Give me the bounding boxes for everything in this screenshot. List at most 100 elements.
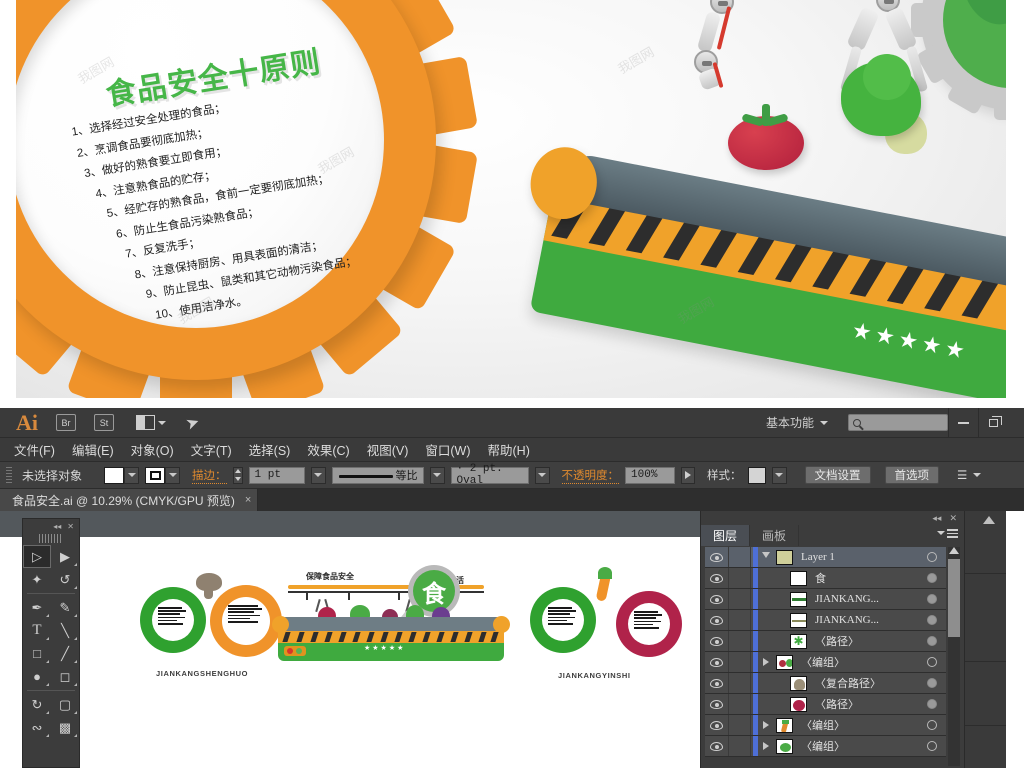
stroke-profile-dropdown-button[interactable] — [429, 466, 445, 484]
scale-tool[interactable]: ▢ — [51, 693, 79, 716]
target-indicator[interactable] — [918, 552, 946, 562]
graphic-style-swatch[interactable] — [747, 466, 766, 484]
rectangle-tool[interactable]: □ — [23, 642, 51, 665]
expand-dock-icon[interactable] — [983, 516, 995, 524]
opacity-dropdown-button[interactable] — [681, 466, 696, 484]
close-icon[interactable]: × — [245, 494, 251, 506]
layer-name[interactable]: 〈编组〉 — [793, 717, 918, 733]
lock-toggle[interactable] — [729, 568, 751, 588]
stroke-weight-field[interactable]: 1 pt — [248, 466, 305, 484]
visibility-toggle[interactable] — [705, 652, 729, 672]
layer-name[interactable]: 〈复合路径〉 — [807, 675, 918, 691]
table-row[interactable]: JIANKANG... — [705, 589, 946, 610]
graphic-style-dropdown-button[interactable] — [771, 466, 787, 484]
magic-wand-tool[interactable]: ✦ — [23, 568, 51, 591]
visibility-toggle[interactable] — [705, 568, 729, 588]
align-icon[interactable]: ☰ — [957, 468, 967, 482]
brush-definition-field[interactable]: · 2 pt. Oval — [450, 463, 529, 487]
layer-name[interactable]: 〈编组〉 — [793, 738, 918, 754]
visibility-toggle[interactable] — [705, 547, 729, 567]
layer-name[interactable]: JIANKANG... — [807, 614, 918, 626]
table-row[interactable]: ✱ 〈路径〉 — [705, 631, 946, 652]
menu-item-window[interactable]: 窗口(W) — [425, 440, 470, 459]
lock-toggle[interactable] — [729, 715, 751, 735]
target-indicator[interactable] — [918, 573, 946, 583]
visibility-toggle[interactable] — [705, 694, 729, 714]
stroke-dropdown-button[interactable] — [165, 466, 181, 484]
close-icon[interactable]: ✕ — [67, 522, 74, 531]
opacity-label[interactable]: 不透明度： — [561, 467, 620, 484]
fill-color-control[interactable] — [104, 466, 140, 484]
lock-toggle[interactable] — [729, 694, 751, 714]
lock-toggle[interactable] — [729, 610, 751, 630]
visibility-toggle[interactable] — [705, 673, 729, 693]
menu-item-type[interactable]: 文字(T) — [191, 440, 232, 459]
stroke-weight-dropdown-button[interactable] — [310, 466, 326, 484]
menu-item-view[interactable]: 视图(V) — [367, 440, 409, 459]
target-indicator[interactable] — [918, 615, 946, 625]
target-indicator[interactable] — [918, 699, 946, 709]
document-tab[interactable]: 食品安全.ai @ 10.29% (CMYK/GPU 预览) × — [0, 489, 259, 511]
scroll-up-icon[interactable] — [949, 547, 959, 554]
table-row[interactable]: 〈路径〉 — [705, 694, 946, 715]
layer-name[interactable]: Layer 1 — [793, 551, 918, 563]
stroke-swatch[interactable] — [145, 466, 166, 484]
target-indicator[interactable] — [918, 636, 946, 646]
layers-list[interactable]: Layer 1 食 JIANKANG... JIANKANG... ✱ 〈路径〉… — [705, 547, 946, 768]
stroke-weight-label[interactable]: 描边： — [192, 467, 227, 484]
expand-toggle[interactable] — [758, 552, 774, 562]
expand-toggle[interactable] — [758, 721, 774, 729]
table-row[interactable]: Layer 1 — [705, 547, 946, 568]
stock-button[interactable]: St — [94, 414, 114, 431]
expand-toggle[interactable] — [758, 658, 774, 666]
maximize-button[interactable] — [978, 408, 1008, 438]
layer-name[interactable]: JIANKANG... — [807, 593, 918, 605]
type-tool[interactable]: T — [23, 619, 51, 642]
lock-toggle[interactable] — [729, 631, 751, 651]
lock-toggle[interactable] — [729, 589, 751, 609]
chevron-down-icon[interactable] — [973, 473, 982, 477]
lock-toggle[interactable] — [729, 547, 751, 567]
table-row[interactable]: 〈复合路径〉 — [705, 673, 946, 694]
menu-item-edit[interactable]: 编辑(E) — [72, 440, 114, 459]
target-indicator[interactable] — [918, 678, 946, 688]
tab-artboards[interactable]: 画板 — [750, 525, 800, 546]
layer-name[interactable]: 〈路径〉 — [807, 696, 918, 712]
width-tool[interactable]: ∾ — [23, 716, 51, 739]
eraser-tool[interactable]: ◻ — [51, 665, 79, 688]
layers-scrollbar[interactable] — [948, 547, 960, 766]
visibility-toggle[interactable] — [705, 736, 729, 756]
bridge-button[interactable]: Br — [56, 414, 76, 431]
panel-grip[interactable] — [6, 466, 12, 484]
expand-toggle[interactable] — [758, 742, 774, 750]
table-row[interactable]: 〈编组〉 — [705, 736, 946, 757]
free-transform-tool[interactable]: ▩ — [51, 716, 79, 739]
menu-item-effect[interactable]: 效果(C) — [307, 440, 349, 459]
opacity-field[interactable]: 100% — [625, 466, 676, 484]
table-row[interactable]: 食 — [705, 568, 946, 589]
arrange-documents-button[interactable] — [136, 415, 166, 430]
lock-toggle[interactable] — [729, 673, 751, 693]
table-row[interactable]: 〈编组〉 — [705, 715, 946, 736]
target-indicator[interactable] — [918, 657, 946, 667]
paintbrush-tool[interactable]: ╱ — [51, 642, 79, 665]
lock-toggle[interactable] — [729, 652, 751, 672]
fill-dropdown-button[interactable] — [124, 466, 140, 484]
line-segment-tool[interactable]: ╲ — [51, 619, 79, 642]
collapse-icon[interactable]: ◂◂ — [53, 522, 61, 531]
shaper-tool[interactable]: ● — [23, 665, 51, 688]
menu-item-select[interactable]: 选择(S) — [249, 440, 291, 459]
lasso-tool[interactable]: ↺ — [51, 568, 79, 591]
target-indicator[interactable] — [918, 594, 946, 604]
scrollbar-thumb[interactable] — [948, 559, 960, 637]
menu-item-file[interactable]: 文件(F) — [14, 440, 55, 459]
menu-item-help[interactable]: 帮助(H) — [488, 440, 530, 459]
collapse-icon[interactable]: ◂◂ — [932, 513, 941, 524]
menu-item-object[interactable]: 对象(O) — [131, 440, 174, 459]
stroke-weight-stepper[interactable] — [232, 466, 243, 484]
visibility-toggle[interactable] — [705, 610, 729, 630]
rocket-icon[interactable]: ➤ — [183, 411, 202, 434]
table-row[interactable]: 〈编组〉 — [705, 652, 946, 673]
stroke-color-control[interactable] — [145, 466, 181, 484]
lock-toggle[interactable] — [729, 736, 751, 756]
